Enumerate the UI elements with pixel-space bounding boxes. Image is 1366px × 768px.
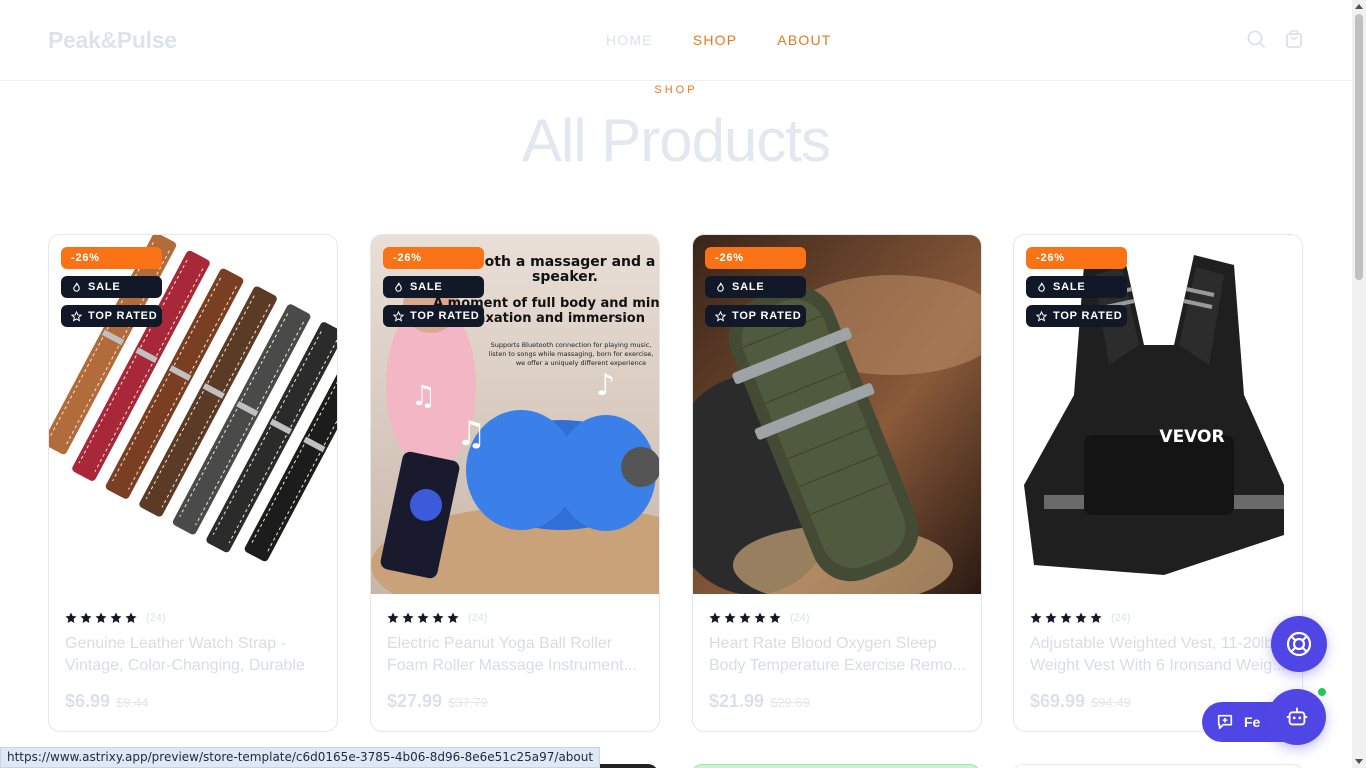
rating-stars: (24): [387, 612, 488, 624]
product-card[interactable]: VEVOR -26% SALE TOP RATED (24) Adjustabl…: [1013, 234, 1303, 732]
flame-icon: [73, 282, 80, 292]
star-icon: [724, 612, 736, 623]
discount-badge: -26%: [383, 247, 484, 269]
star-outline-icon: [1036, 310, 1047, 322]
svg-text:♪: ♪: [596, 368, 615, 403]
feedback-label: Fe: [1244, 714, 1261, 730]
header-actions: [1246, 29, 1304, 49]
top-rated-badge: TOP RATED: [1026, 305, 1127, 327]
flame-icon: [717, 282, 724, 292]
section-eyebrow: SHOP: [654, 84, 698, 96]
page-title: All Products: [521, 107, 831, 174]
star-icon: [110, 612, 122, 623]
star-icon: [709, 612, 721, 623]
lifebuoy-icon: [1286, 631, 1312, 657]
star-icon: [65, 612, 77, 623]
star-outline-icon: [71, 310, 82, 322]
product-card-peek[interactable]: [1013, 764, 1303, 768]
product-price: $21.99 $29.69: [709, 691, 810, 711]
star-icon: [1045, 612, 1057, 623]
nav-home[interactable]: HOME: [606, 32, 653, 48]
sale-badge: SALE: [61, 276, 162, 298]
site-header: Peak&Pulse HOME SHOP ABOUT: [0, 0, 1352, 81]
scroll-up-arrow-icon[interactable]: [1355, 4, 1363, 9]
svg-text:relaxation and immersion: relaxation and immersion: [457, 311, 645, 326]
star-icon: [1030, 612, 1042, 623]
star-icon: [754, 612, 766, 623]
product-price: $69.99 $94.49: [1030, 691, 1131, 711]
product-card[interactable]: ♫ ♫ ♪ both a massager and a speaker. A m…: [370, 234, 660, 732]
top-rated-badge: TOP RATED: [705, 305, 806, 327]
flame-icon: [1038, 282, 1045, 292]
product-card[interactable]: -26% SALE TOP RATED (24) Genuine Leather…: [48, 234, 338, 732]
scrollbar-thumb[interactable]: [1355, 14, 1363, 280]
rating-stars: (24): [65, 612, 166, 624]
product-price: $6.99 $9.44: [65, 691, 149, 711]
rating-count: (24): [468, 612, 488, 624]
nav-shop[interactable]: SHOP: [693, 32, 737, 48]
svg-text:♫: ♫: [456, 414, 486, 454]
sale-badge: SALE: [705, 276, 806, 298]
star-icon: [1060, 612, 1072, 623]
original-price: $94.49: [1091, 695, 1131, 710]
svg-text:Supports Bluetooth connection: Supports Bluetooth connection for playin…: [491, 341, 652, 349]
svg-text:♫: ♫: [411, 379, 436, 412]
product-price: $27.99 $37.79: [387, 691, 488, 711]
star-icon: [769, 612, 781, 623]
star-icon: [125, 612, 137, 623]
product-card[interactable]: -26% SALE TOP RATED (24) Heart Rate Bloo…: [692, 234, 982, 732]
product-name[interactable]: Electric Peanut Yoga Ball Roller Foam Ro…: [387, 633, 645, 677]
discount-badge: -26%: [705, 247, 806, 269]
star-icon: [387, 612, 399, 623]
nav-about[interactable]: ABOUT: [777, 32, 831, 48]
top-rated-badge: TOP RATED: [383, 305, 484, 327]
product-name[interactable]: Genuine Leather Watch Strap - Vintage, C…: [65, 633, 323, 677]
star-icon: [417, 612, 429, 623]
product-card-peek[interactable]: [692, 764, 980, 768]
star-icon: [447, 612, 459, 623]
discount-badge: -26%: [1026, 247, 1127, 269]
svg-text:both a massager and a: both a massager and a: [475, 254, 656, 270]
original-price: $37.79: [448, 695, 488, 710]
product-name[interactable]: Adjustable Weighted Vest, 11-20lb Weight…: [1030, 633, 1288, 677]
star-outline-icon: [393, 310, 404, 322]
rating-stars: (24): [709, 612, 810, 624]
discount-badge: -26%: [61, 247, 162, 269]
flame-icon: [395, 282, 402, 292]
rating-count: (24): [146, 612, 166, 624]
svg-text:VEVOR: VEVOR: [1159, 427, 1224, 447]
rating-count: (24): [1111, 612, 1131, 624]
star-icon: [432, 612, 444, 623]
chatbot-button[interactable]: [1268, 689, 1326, 745]
svg-text:listen to songs while massagin: listen to songs while massaging, born fo…: [489, 350, 654, 358]
sale-badge: SALE: [1026, 276, 1127, 298]
top-rated-badge: TOP RATED: [61, 305, 162, 327]
scroll-down-arrow-icon[interactable]: [1355, 759, 1363, 764]
site-logo[interactable]: Peak&Pulse: [48, 27, 177, 54]
star-icon: [1075, 612, 1087, 623]
message-plus-icon: [1217, 714, 1233, 730]
page-scrollbar[interactable]: [1352, 0, 1366, 768]
original-price: $29.69: [770, 695, 810, 710]
rating-count: (24): [790, 612, 810, 624]
svg-text:speaker.: speaker.: [532, 269, 598, 285]
sale-badge: SALE: [383, 276, 484, 298]
star-icon: [1090, 612, 1102, 623]
cart-icon[interactable]: [1284, 29, 1304, 49]
rating-stars: (24): [1030, 612, 1131, 624]
star-icon: [402, 612, 414, 623]
star-icon: [80, 612, 92, 623]
star-icon: [95, 612, 107, 623]
help-button[interactable]: [1271, 616, 1327, 672]
robot-icon: [1286, 707, 1308, 726]
svg-text:we offer a uniquely different: we offer a uniquely different experience: [516, 359, 646, 367]
online-status-indicator: [1316, 686, 1328, 698]
star-icon: [739, 612, 751, 623]
link-status-bar: https://www.astrixy.app/preview/store-te…: [0, 747, 601, 768]
main-nav: HOME SHOP ABOUT: [606, 32, 832, 48]
search-icon[interactable]: [1246, 29, 1266, 49]
star-outline-icon: [715, 310, 726, 322]
product-name[interactable]: Heart Rate Blood Oxygen Sleep Body Tempe…: [709, 633, 967, 677]
original-price: $9.44: [116, 695, 149, 710]
